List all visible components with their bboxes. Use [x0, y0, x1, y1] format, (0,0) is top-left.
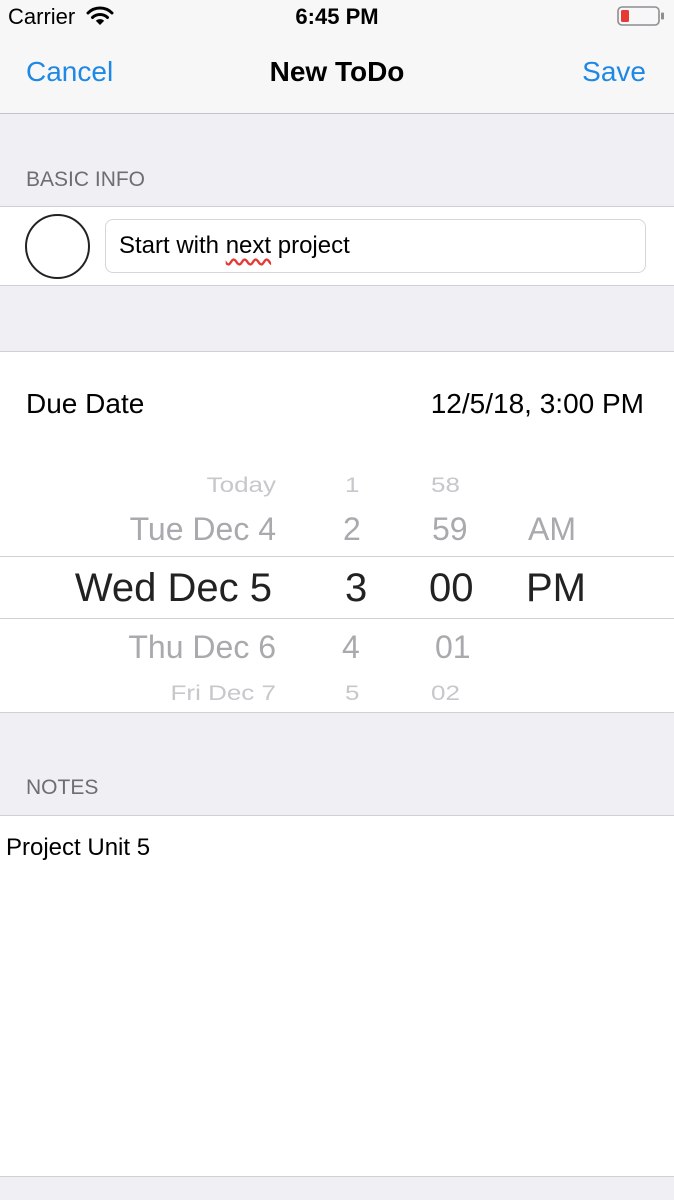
picker-day-item[interactable]: Fri Dec 7: [171, 683, 276, 702]
navigation-bar: Cancel New ToDo Save: [0, 36, 674, 114]
basic-info-header: BASIC INFO: [26, 168, 146, 191]
complete-toggle-circle[interactable]: [25, 214, 90, 279]
picker-hour-item[interactable]: 4: [342, 631, 360, 663]
picker-selection-top-line: [0, 556, 674, 557]
picker-minute-item[interactable]: 58: [431, 475, 460, 496]
basic-info-row: Start with next project: [0, 206, 674, 286]
picker-hour-item[interactable]: 2: [343, 513, 361, 545]
picker-ampm-selected[interactable]: PM: [526, 568, 586, 608]
date-time-picker[interactable]: Today Tue Dec 4 Wed Dec 5 Thu Dec 6 Fri …: [0, 452, 674, 702]
picker-day-item[interactable]: Thu Dec 6: [128, 631, 276, 663]
picker-selection-bottom-line: [0, 618, 674, 619]
due-date-section: Due Date 12/5/18, 3:00 PM Today Tue Dec …: [0, 351, 674, 713]
picker-day-item[interactable]: Today: [207, 475, 276, 496]
battery-icon: [617, 6, 664, 26]
notes-header: NOTES: [26, 776, 99, 799]
picker-ampm-item[interactable]: AM: [528, 513, 576, 545]
picker-hour-item[interactable]: 5: [345, 683, 359, 702]
picker-minute-item[interactable]: 01: [435, 631, 471, 663]
notes-text: Project Unit 5: [6, 834, 151, 861]
notes-text-area[interactable]: Project Unit 5: [0, 815, 674, 1177]
save-button[interactable]: Save: [582, 56, 646, 88]
picker-minute-selected[interactable]: 00: [429, 568, 474, 608]
title-text-after: project: [271, 232, 350, 259]
picker-day-item[interactable]: Tue Dec 4: [130, 513, 276, 545]
picker-hour-selected[interactable]: 3: [345, 568, 367, 608]
status-time: 6:45 PM: [295, 4, 379, 29]
cancel-button[interactable]: Cancel: [26, 56, 113, 88]
picker-day-selected[interactable]: Wed Dec 5: [75, 568, 272, 608]
title-text-flagged-word: next: [225, 232, 272, 259]
picker-hour-item[interactable]: 1: [345, 475, 359, 496]
picker-minute-item[interactable]: 02: [431, 683, 460, 702]
picker-minute-item[interactable]: 59: [432, 513, 468, 545]
title-text-before: Start with: [119, 232, 226, 259]
due-date-value[interactable]: 12/5/18, 3:00 PM: [431, 388, 644, 420]
due-date-label: Due Date: [26, 388, 145, 419]
todo-title-field[interactable]: Start with next project: [105, 219, 646, 273]
status-bar: Carrier 6:45 PM: [0, 0, 674, 36]
